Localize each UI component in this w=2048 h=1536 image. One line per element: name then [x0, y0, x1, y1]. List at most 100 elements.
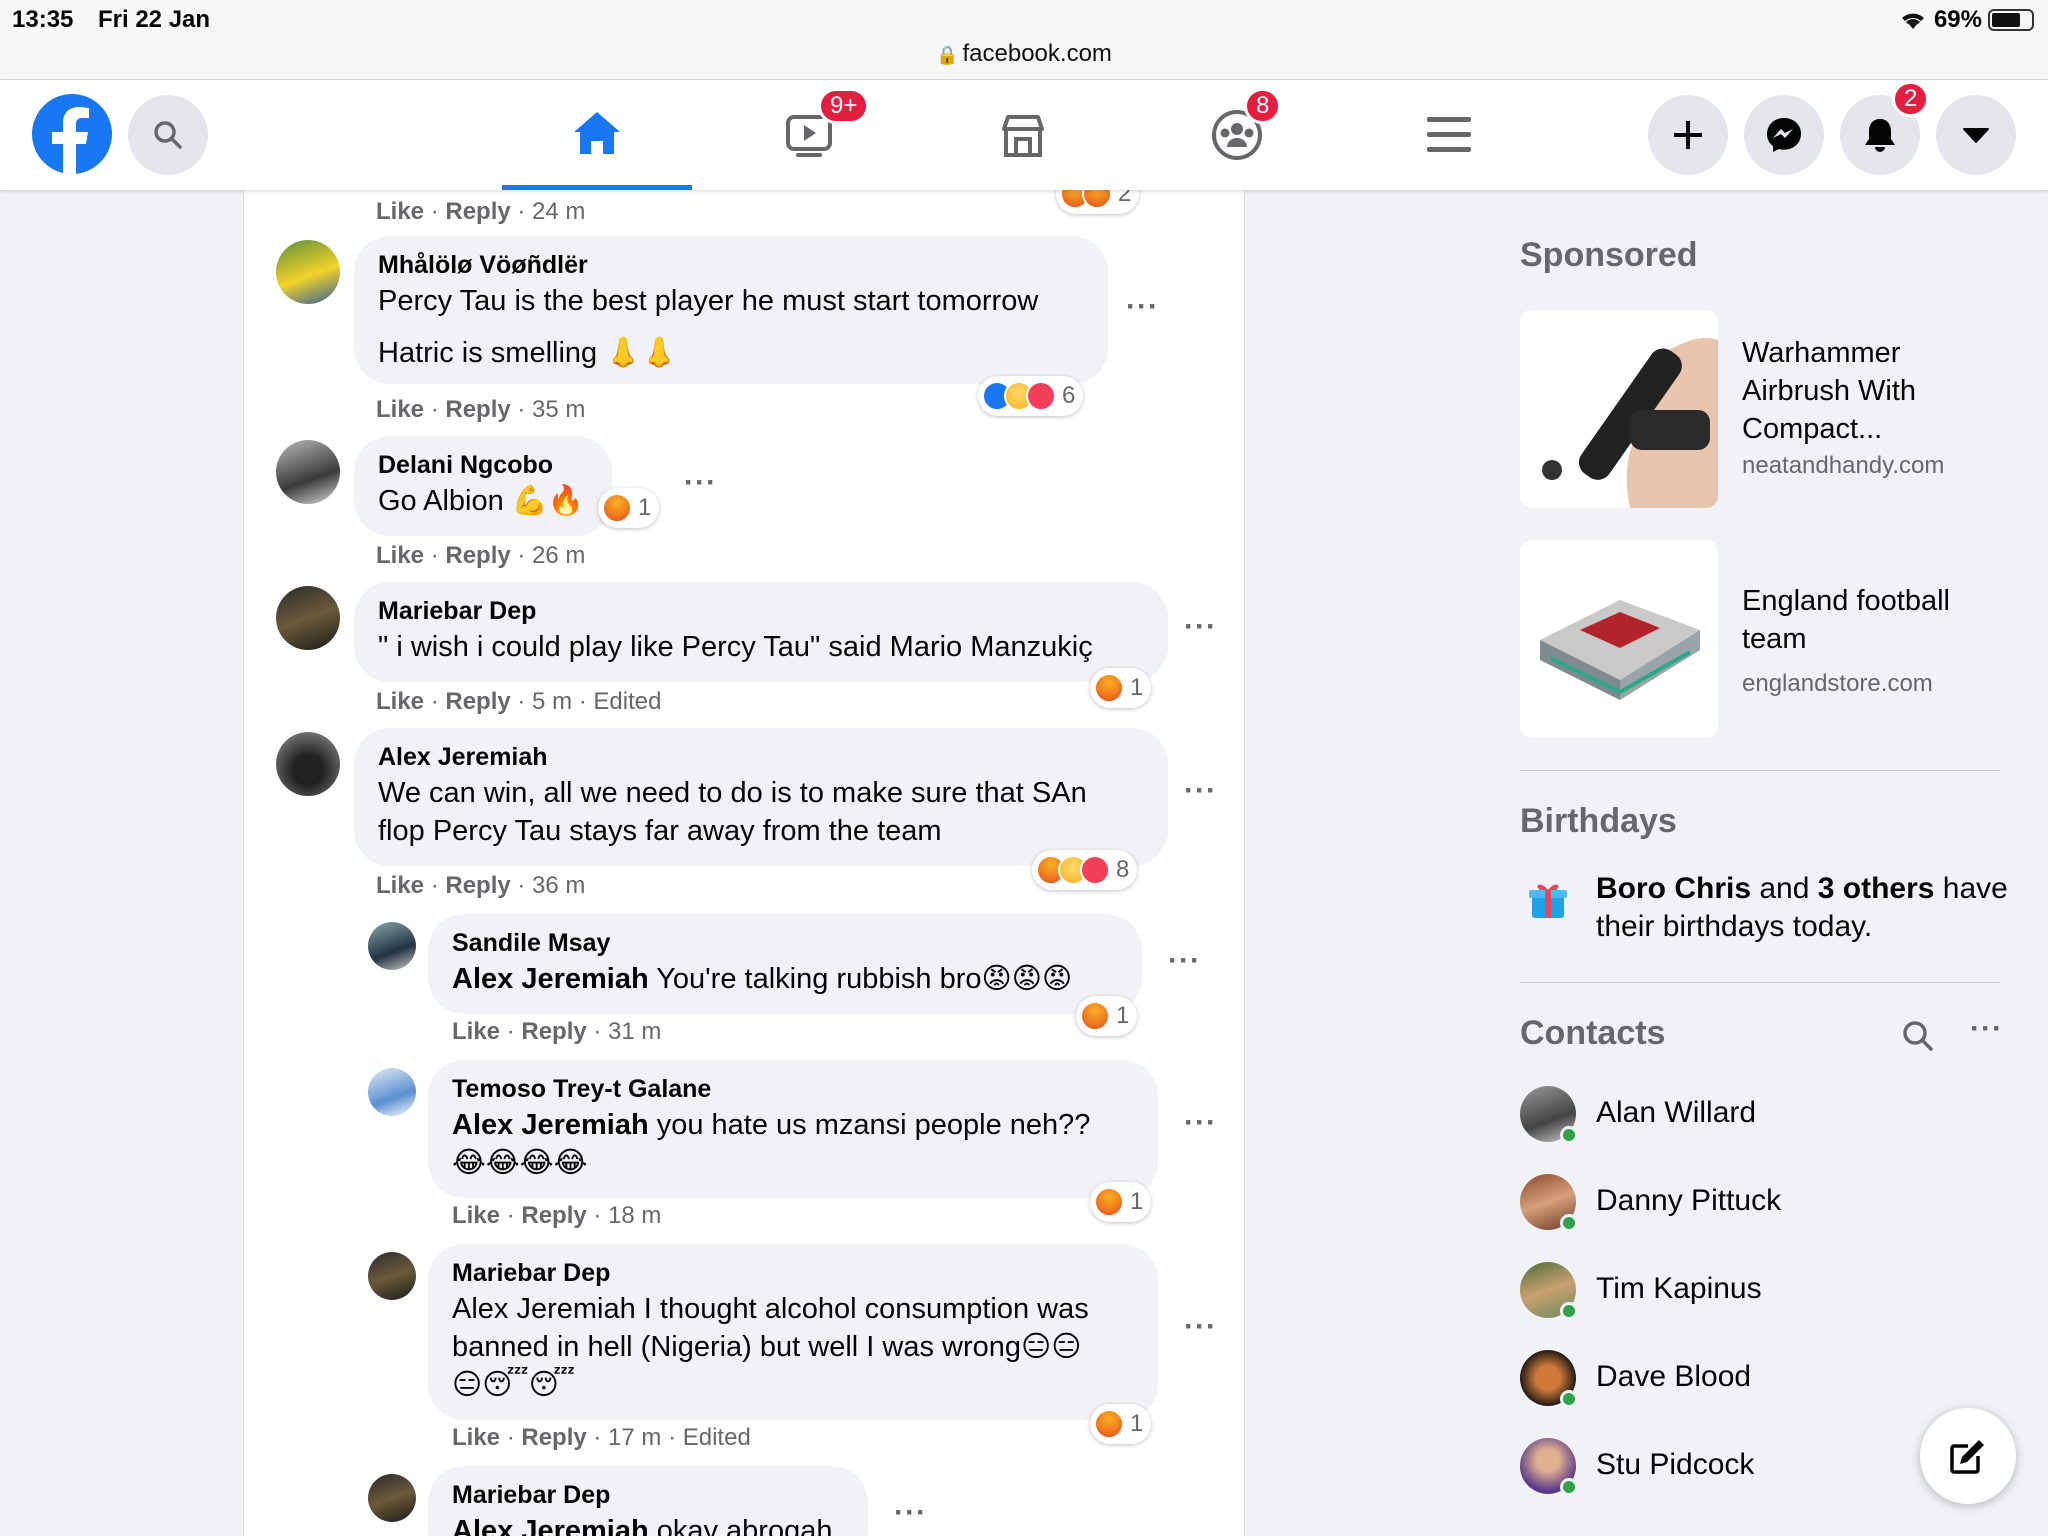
reaction-summary[interactable]: 6	[978, 376, 1084, 416]
avatar[interactable]	[368, 922, 416, 970]
reply-link[interactable]: Reply	[445, 872, 510, 899]
contact-name: Dave Blood	[1596, 1360, 1752, 1393]
comment-text: flop Percy Tau stays far away from the t…	[378, 815, 942, 847]
status-date: Fri 22 Jan	[98, 6, 211, 33]
messenger-button[interactable]	[1744, 95, 1824, 175]
comment-author[interactable]: Mariebar Dep	[452, 1256, 1134, 1290]
address-bar[interactable]: 🔒 facebook.com	[0, 40, 2048, 68]
comment-bubble: Mariebar Dep Alex Jeremiah I thought alc…	[428, 1244, 1158, 1420]
ad-site: neatandhandy.com	[1742, 452, 1945, 479]
avatar[interactable]	[276, 732, 340, 796]
reaction-summary[interactable]: 8	[1032, 850, 1138, 890]
contact-item[interactable]: Tim Kapinus	[1520, 1256, 2000, 1326]
comment-text: Go Albion	[378, 485, 504, 517]
reply-link[interactable]: Reply	[445, 688, 510, 715]
comment-options-button[interactable]: ···	[1184, 610, 1217, 644]
reply-link[interactable]: Reply	[445, 542, 510, 569]
comment-options-button[interactable]: ···	[1126, 290, 1159, 324]
comment-options-button[interactable]: ···	[1184, 1310, 1217, 1344]
like-link[interactable]: Like	[452, 1018, 500, 1045]
tab-marketplace[interactable]	[928, 80, 1118, 190]
comment-author[interactable]: Mariebar Dep	[452, 1478, 844, 1512]
flex-fire-emoji-icon: 💪🔥	[511, 485, 585, 517]
comment-options-button[interactable]: ···	[1168, 944, 1201, 978]
comment-options-button[interactable]: ···	[1184, 774, 1217, 808]
facebook-logo[interactable]	[32, 94, 112, 174]
reply-link[interactable]: Reply	[445, 198, 510, 225]
reaction-summary[interactable]: 1	[1090, 1182, 1152, 1222]
comment-author[interactable]: Mariebar Dep	[378, 594, 1144, 628]
reaction-count: 2	[1118, 190, 1132, 207]
comment-author[interactable]: Mhålölø Vöøñdlër	[378, 248, 1084, 282]
avatar[interactable]	[368, 1252, 416, 1300]
comment-author[interactable]: Temoso Trey-t Galane	[452, 1072, 1134, 1106]
contacts-search-button[interactable]	[1900, 1018, 1936, 1059]
contact-item[interactable]: Dave Blood	[1520, 1344, 2000, 1414]
reaction-summary[interactable]: 2	[1056, 190, 1140, 214]
comments-feed: Like · Reply · 24 m 2 Mhålölø Vöøñdlër P…	[243, 190, 1245, 1536]
like-link[interactable]: Like	[376, 872, 424, 899]
comment-bubble: Delani Ngcobo Go Albion 💪🔥	[354, 436, 612, 536]
reaction-summary[interactable]: 1	[1076, 996, 1138, 1036]
like-link[interactable]: Like	[376, 688, 424, 715]
mention-link[interactable]: Alex Jeremiah	[452, 1515, 649, 1536]
reaction-count: 1	[1130, 1188, 1144, 1215]
comment-time: · 35 m	[517, 396, 586, 423]
contact-item[interactable]: Danny Pittuck	[1520, 1168, 2000, 1238]
like-link[interactable]: Like	[376, 198, 424, 225]
comment-text: We can win, all we need to do is to make…	[378, 777, 1087, 809]
contacts-options-button[interactable]: ···	[1970, 1012, 2003, 1046]
airbrush-image-icon	[1520, 310, 1718, 508]
sponsored-ad[interactable]: Warhammer Airbrush With Compact... neata…	[1520, 310, 2020, 510]
online-indicator	[1560, 1126, 1578, 1144]
like-link[interactable]: Like	[452, 1424, 500, 1451]
online-indicator	[1560, 1214, 1578, 1232]
new-message-button[interactable]	[1920, 1408, 2016, 1504]
reply-link[interactable]: Reply	[521, 1202, 586, 1229]
like-link[interactable]: Like	[376, 396, 424, 423]
avatar[interactable]	[276, 240, 340, 304]
create-button[interactable]	[1648, 95, 1728, 175]
tab-home[interactable]	[502, 80, 692, 190]
reply-link[interactable]: Reply	[521, 1424, 586, 1451]
comment-author[interactable]: Sandile Msay	[452, 926, 1118, 960]
avatar[interactable]	[276, 586, 340, 650]
comment-time: · 24 m	[517, 198, 586, 225]
tab-groups[interactable]: 8	[1142, 80, 1332, 190]
mention-link[interactable]: Alex Jeremiah	[452, 1109, 649, 1141]
online-indicator	[1560, 1478, 1578, 1496]
comment-options-button[interactable]: ···	[684, 466, 717, 500]
comment-bubble: Mhålölø Vöøñdlër Percy Tau is the best p…	[354, 236, 1108, 384]
tab-menu[interactable]	[1354, 80, 1544, 190]
comment-meta: Like · Reply · 24 m	[376, 198, 586, 225]
comment-meta: Like · Reply · 5 m · Edited	[376, 688, 662, 715]
account-menu-button[interactable]	[1936, 95, 2016, 175]
like-link[interactable]: Like	[376, 542, 424, 569]
reply-link[interactable]: Reply	[521, 1018, 586, 1045]
avatar[interactable]	[368, 1474, 416, 1522]
comment-options-button[interactable]: ···	[1184, 1106, 1217, 1140]
comment-options-button[interactable]: ···	[894, 1496, 927, 1530]
sponsored-ad[interactable]: England football team englandstore.com	[1520, 540, 2020, 740]
comment-author[interactable]: Delani Ngcobo	[378, 448, 588, 482]
mention-link[interactable]: Alex Jeremiah	[452, 963, 649, 995]
avatar[interactable]	[368, 1068, 416, 1116]
birthday-name-link[interactable]: Boro Chris	[1596, 872, 1751, 905]
battery-status: 69%	[1898, 6, 2034, 34]
reaction-count: 1	[1130, 1410, 1144, 1437]
comment-author[interactable]: Alex Jeremiah	[378, 740, 1144, 774]
reaction-summary[interactable]: 1	[598, 488, 660, 528]
like-link[interactable]: Like	[452, 1202, 500, 1229]
tab-watch[interactable]: 9+	[714, 80, 904, 190]
reaction-summary[interactable]: 1	[1090, 1404, 1152, 1444]
ad-title: England football team	[1742, 585, 1950, 655]
birthday-others-link[interactable]: 3 others	[1818, 872, 1935, 905]
avatar[interactable]	[276, 440, 340, 504]
notifications-button[interactable]: 2	[1840, 81, 1930, 175]
contact-item[interactable]: Alan Willard	[1520, 1080, 2000, 1150]
battery-percent: 69%	[1933, 6, 1982, 33]
marketplace-icon	[1002, 115, 1044, 157]
search-button[interactable]	[128, 95, 208, 175]
reply-link[interactable]: Reply	[445, 396, 510, 423]
reaction-summary[interactable]: 1	[1090, 668, 1152, 708]
